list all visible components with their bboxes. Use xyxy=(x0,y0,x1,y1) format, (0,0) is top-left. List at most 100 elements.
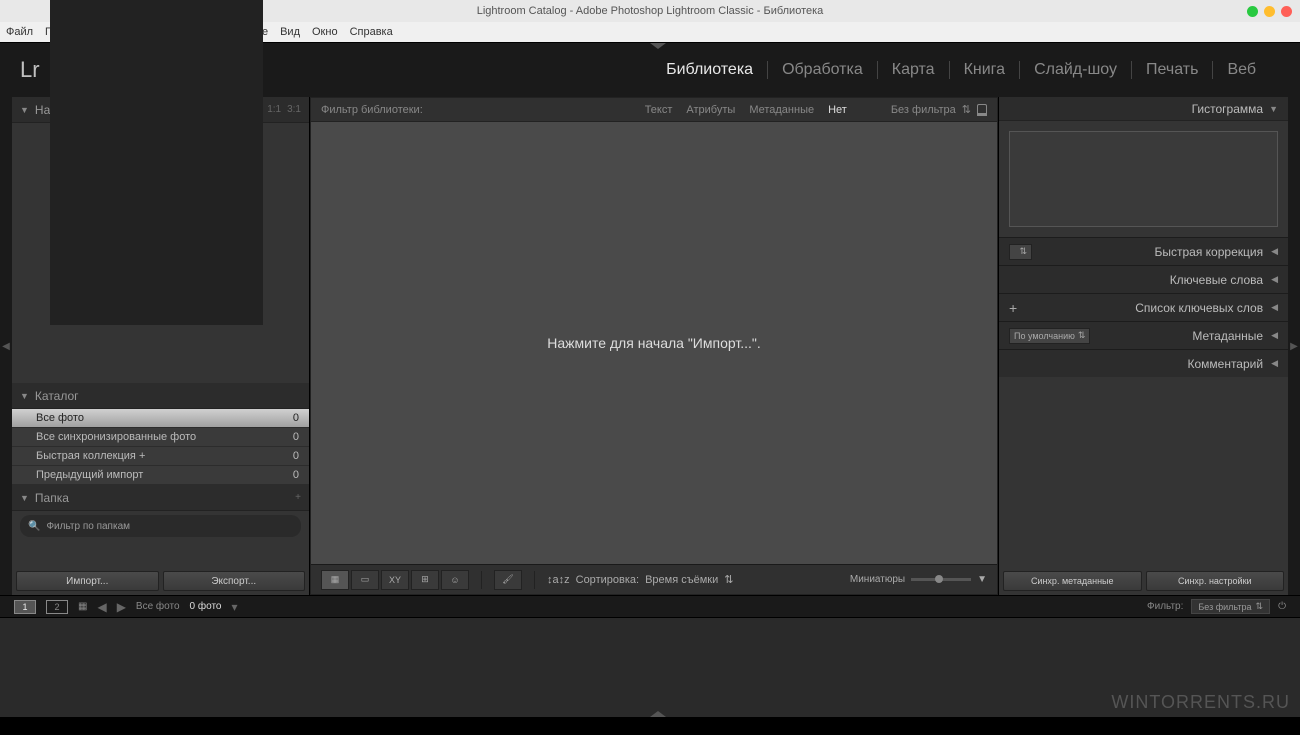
maximize-button[interactable] xyxy=(1264,6,1275,17)
menu-view[interactable]: Вид xyxy=(280,26,300,38)
import-button[interactable]: Импорт... xyxy=(16,571,159,591)
sort-direction-icon[interactable]: ↕a↕z xyxy=(547,574,570,586)
sync-metadata-button[interactable]: Синхр. метаданные xyxy=(1003,571,1142,591)
comments-title: Комментарий xyxy=(1187,357,1263,371)
metadata-title: Метаданные xyxy=(1192,329,1263,343)
keywording-title: Ключевые слова xyxy=(1170,273,1263,287)
painter-tool[interactable]: 🖌 xyxy=(494,570,522,590)
logo-block: Lr Adobe Lightroom Classic CC Get starte… xyxy=(20,0,263,325)
window-controls xyxy=(1247,6,1292,17)
center-panel: Фильтр библиотеки: Текст Атрибуты Метада… xyxy=(310,97,998,595)
chevron-left-icon: ◀ xyxy=(1271,274,1278,285)
menu-help[interactable]: Справка xyxy=(350,26,393,38)
thumbnail-label: Миниатюры xyxy=(850,574,905,585)
catalog-all-photos[interactable]: Все фото 0 xyxy=(12,409,309,428)
filter-attributes[interactable]: Атрибуты xyxy=(686,104,735,116)
module-slideshow[interactable]: Слайд-шоу xyxy=(1020,61,1132,79)
view-loupe-button[interactable]: ▭ xyxy=(351,570,379,590)
filter-preset[interactable]: Без фильтра xyxy=(891,104,956,116)
histogram-title: Гистограмма xyxy=(1192,102,1263,116)
view-survey-button[interactable]: ⊞ xyxy=(411,570,439,590)
filter-label: Фильтр библиотеки: xyxy=(321,104,423,116)
sync-settings-button[interactable]: Синхр. настройки xyxy=(1146,571,1285,591)
filter-metadata[interactable]: Метаданные xyxy=(749,104,814,116)
module-library[interactable]: Библиотека xyxy=(652,61,768,79)
chevron-left-icon: ◀ xyxy=(1271,358,1278,369)
filter-text[interactable]: Текст xyxy=(645,104,673,116)
empty-grid-message: Нажмите для начала "Импорт...". xyxy=(547,335,760,351)
minimize-button[interactable] xyxy=(1247,6,1258,17)
photo-count: 0 фото xyxy=(190,601,222,612)
folders-header[interactable]: ▼ Папка + xyxy=(12,485,309,511)
view-compare-button[interactable]: XY xyxy=(381,570,409,590)
left-edge-toggle[interactable]: ◀ xyxy=(0,97,12,595)
histogram-display xyxy=(1009,131,1278,227)
breadcrumb[interactable]: Все фото xyxy=(136,601,180,612)
catalog-row-count: 0 xyxy=(293,412,299,424)
preset-select[interactable]: ⇅ xyxy=(1009,244,1032,260)
view-grid-button[interactable]: ▦ xyxy=(321,570,349,590)
thumbnail-size-slider[interactable] xyxy=(911,578,971,581)
catalog-row-count: 0 xyxy=(293,431,299,443)
nav-1to1[interactable]: 1:1 xyxy=(267,104,281,115)
comments-header[interactable]: Комментарий ◀ xyxy=(999,349,1288,377)
module-web[interactable]: Веб xyxy=(1213,61,1270,79)
lr-logo: Lr xyxy=(20,57,40,83)
watermark: WINTORRENTS.RU xyxy=(1111,692,1290,713)
catalog-row-count: 0 xyxy=(293,469,299,481)
keywording-header[interactable]: Ключевые слова ◀ xyxy=(999,265,1288,293)
chevron-left-icon: ◀ xyxy=(1271,246,1278,257)
right-edge-toggle[interactable]: ▶ xyxy=(1288,97,1300,595)
module-print[interactable]: Печать xyxy=(1132,61,1213,79)
catalog-row-label: Быстрая коллекция + xyxy=(36,450,145,462)
separator xyxy=(481,571,482,589)
filmstrip-filter-select[interactable]: Без фильтра⇅ xyxy=(1191,599,1270,614)
export-button[interactable]: Экспорт... xyxy=(163,571,306,591)
identity-main[interactable]: Get started with Lightroom CC ▸ xyxy=(50,0,263,325)
quick-develop-header[interactable]: ⇅ Быстрая коррекция ◀ xyxy=(999,237,1288,265)
chevron-down-icon: ▼ xyxy=(20,493,29,503)
plus-icon[interactable]: + xyxy=(1009,300,1017,316)
secondary-display-button[interactable]: 2 xyxy=(46,600,68,614)
toolbar-menu-chevron[interactable]: ▼ xyxy=(977,574,987,585)
view-people-button[interactable]: ☺ xyxy=(441,570,469,590)
nav-3to1[interactable]: 3:1 xyxy=(287,104,301,115)
folders-title: Папка xyxy=(35,491,69,505)
catalog-row-label: Все синхронизированные фото xyxy=(36,431,196,443)
keyword-list-header[interactable]: + Список ключевых слов ◀ xyxy=(999,293,1288,321)
grid-icon[interactable]: ▦ xyxy=(78,601,87,612)
breadcrumb-menu[interactable]: ▾ xyxy=(231,600,237,614)
catalog-quick-collection[interactable]: Быстрая коллекция + 0 xyxy=(12,447,309,466)
metadata-header[interactable]: По умолчанию⇅ Метаданные ◀ xyxy=(999,321,1288,349)
library-filter-bar: Фильтр библиотеки: Текст Атрибуты Метада… xyxy=(311,98,997,122)
folder-filter-input[interactable]: 🔍 Фильтр по папкам xyxy=(20,515,301,537)
close-button[interactable] xyxy=(1281,6,1292,17)
folder-filter-placeholder: Фильтр по папкам xyxy=(46,521,130,532)
grid-toolbar: ▦ ▭ XY ⊞ ☺ 🖌 ↕a↕z Сортировка: Время съём… xyxy=(311,564,997,594)
filter-switch-icon[interactable]: ⏻ xyxy=(1278,601,1286,612)
grid-view[interactable]: Нажмите для начала "Импорт...". xyxy=(311,122,997,564)
catalog-header[interactable]: ▼ Каталог xyxy=(12,383,309,409)
metadata-preset-select[interactable]: По умолчанию⇅ xyxy=(1009,328,1090,344)
chevron-updown-icon: ⇅ xyxy=(962,103,971,116)
lock-icon[interactable] xyxy=(977,104,987,116)
nav-forward-button[interactable]: ▶ xyxy=(117,600,126,614)
filmstrip[interactable]: WINTORRENTS.RU xyxy=(0,617,1300,717)
histogram-header[interactable]: Гистограмма ▼ xyxy=(999,97,1288,121)
module-develop[interactable]: Обработка xyxy=(768,61,878,79)
nav-back-button[interactable]: ◀ xyxy=(97,600,106,614)
catalog-previous-import[interactable]: Предыдущий импорт 0 xyxy=(12,466,309,485)
keyword-list-title: Список ключевых слов xyxy=(1135,301,1263,315)
filter-none[interactable]: Нет xyxy=(828,104,847,116)
catalog-synced[interactable]: Все синхронизированные фото 0 xyxy=(12,428,309,447)
chevron-down-icon: ▼ xyxy=(20,391,29,401)
plus-icon[interactable]: + xyxy=(295,492,301,503)
primary-display-button[interactable]: 1 xyxy=(14,600,36,614)
window-title: Lightroom Catalog - Adobe Photoshop Ligh… xyxy=(477,5,824,17)
module-book[interactable]: Книга xyxy=(950,61,1020,79)
sort-value[interactable]: Время съёмки xyxy=(645,574,718,586)
menu-window[interactable]: Окно xyxy=(312,26,338,38)
filmstrip-filter-label: Фильтр: xyxy=(1147,601,1183,612)
catalog-row-label: Предыдущий импорт xyxy=(36,469,143,481)
module-map[interactable]: Карта xyxy=(878,61,950,79)
